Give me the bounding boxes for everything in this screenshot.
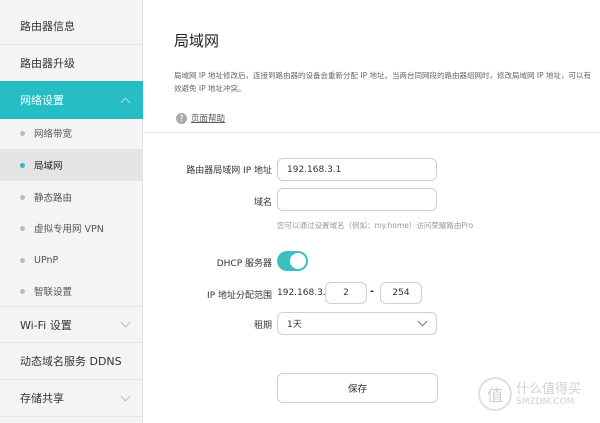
lease-label: 租期 [253, 321, 272, 331]
watermark-line1: 什么值得买 [516, 381, 582, 397]
dot-icon [20, 162, 25, 168]
watermark-logo-icon: 值 [478, 377, 512, 411]
lease-value: 1天 [287, 320, 302, 330]
dot-icon [20, 194, 25, 200]
range-prefix: 192.168.3. [277, 288, 326, 298]
label: 路由器信息 [20, 20, 75, 33]
save-button[interactable]: 保存 [277, 373, 438, 403]
label: 智联设置 [34, 287, 73, 298]
sidebar-item-wifi[interactable]: Wi-Fi 设置 [0, 306, 143, 343]
sidebar-subitem-bandwidth[interactable]: 网络带宽 [0, 117, 143, 149]
label: 局域网 [34, 161, 63, 172]
help-icon: ? [176, 112, 187, 124]
label: 动态域名服务 DDNS [20, 355, 122, 368]
sidebar-item-ddns[interactable]: 动态域名服务 DDNS [0, 343, 143, 380]
sidebar-item-storage[interactable]: 存储共享 [0, 380, 143, 417]
ip-label: 路由器局域网 IP 地址 [186, 166, 272, 176]
chevron-down-icon [417, 316, 428, 327]
sidebar-item-network-settings[interactable]: 网络设置 [0, 81, 143, 119]
page-description: 局域网 IP 地址修改后，连接到路由器的设备会重新分配 IP 地址。当两台同网段… [174, 71, 592, 93]
dot-icon [20, 288, 25, 294]
watermark-line2: SMZDM.COM [516, 396, 575, 407]
label: UPnP [34, 254, 59, 266]
page-title: 局域网 [174, 32, 220, 50]
sidebar: 路由器信息 路由器升级 网络设置 网络带宽 局域网 静态路由 虚拟专用网 VPN… [0, 0, 143, 423]
sidebar-subitem-upnp[interactable]: UPnP [0, 244, 143, 276]
sidebar-item-router-info[interactable]: 路由器信息 [0, 8, 143, 45]
page-help-link[interactable]: ? 页面帮助 [176, 112, 225, 124]
label: 虚拟专用网 VPN [34, 224, 104, 235]
label: Wi-Fi 设置 [20, 318, 72, 332]
range-separator: - [370, 286, 375, 297]
label: 存储共享 [20, 392, 64, 405]
divider [144, 132, 600, 133]
range-start-input[interactable]: 2 [325, 282, 367, 304]
label: 路由器升级 [20, 57, 75, 70]
dot-icon [20, 225, 25, 231]
domain-input[interactable] [277, 188, 437, 211]
sidebar-subitem-static-route[interactable]: 静态路由 [0, 181, 143, 213]
main-panel: 局域网 局域网 IP 地址修改后，连接到路由器的设备会重新分配 IP 地址。当两… [144, 0, 600, 423]
domain-label: 域名 [253, 198, 272, 208]
sidebar-subitem-smart-link[interactable]: 智联设置 [0, 275, 143, 307]
range-label: IP 地址分配范围 [207, 291, 272, 301]
toggle-knob [290, 253, 306, 269]
chevron-up-icon [120, 97, 131, 107]
watermark: 值 什么值得买 SMZDM.COM [478, 377, 581, 411]
label: 网络带宽 [34, 129, 73, 140]
label: 网络设置 [20, 94, 64, 107]
chevron-down-icon [120, 317, 131, 328]
chevron-down-icon [120, 391, 131, 401]
dot-icon [20, 130, 25, 136]
dot-icon [20, 257, 25, 263]
dhcp-toggle[interactable] [277, 251, 308, 271]
ip-address-input[interactable]: 192.168.3.1 [277, 158, 437, 181]
label: 静态路由 [34, 193, 73, 204]
domain-hint: 您可以通过设置域名（例如：my.home）访问荣耀路由Pro [277, 221, 474, 230]
sidebar-subitem-vpn[interactable]: 虚拟专用网 VPN [0, 212, 143, 244]
sidebar-subitem-lan[interactable]: 局域网 [0, 149, 143, 181]
help-label: 页面帮助 [191, 114, 226, 124]
dhcp-label: DHCP 服务器 [216, 259, 272, 269]
range-end-input[interactable]: 254 [380, 282, 422, 304]
sidebar-item-router-upgrade[interactable]: 路由器升级 [0, 45, 143, 82]
lease-select[interactable]: 1天 [277, 312, 437, 335]
